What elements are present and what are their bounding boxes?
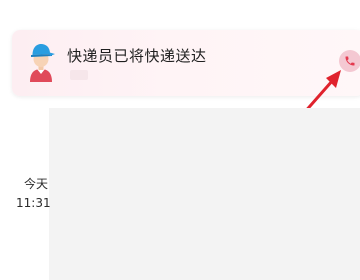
day-label: 今天 — [23, 177, 48, 191]
notification-title: 快递员已将快递送达 — [67, 47, 207, 65]
content-panel — [49, 108, 360, 280]
courier-avatar-icon — [30, 44, 55, 82]
time-label: 11:31 — [16, 196, 51, 210]
call-courier-button[interactable] — [339, 50, 360, 72]
notification-subtext — [70, 70, 88, 80]
delivery-notification-card[interactable]: 快递员已将快递送达 — [12, 30, 360, 96]
phone-icon — [345, 56, 355, 66]
screen: 快递员已将快递送达 今天 11:31 — [0, 0, 360, 280]
